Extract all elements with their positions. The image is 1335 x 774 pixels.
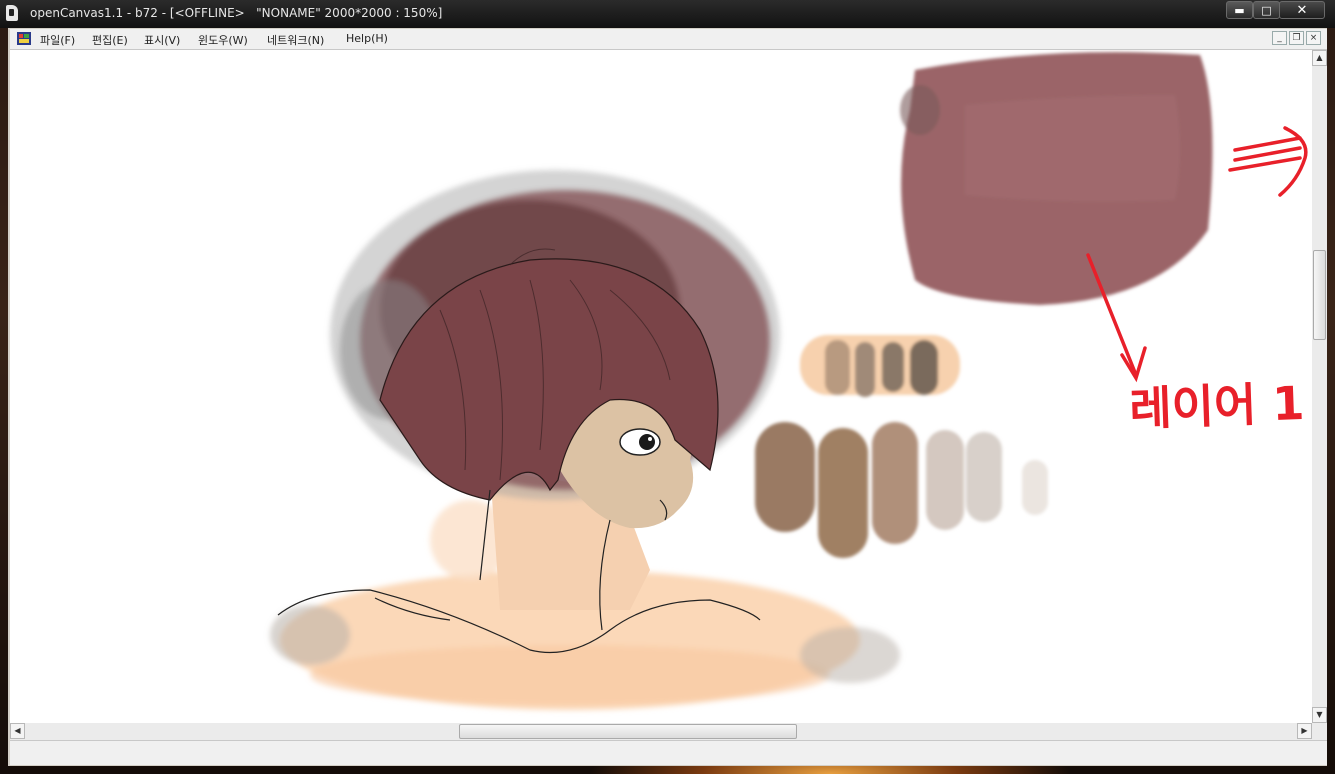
app-icon[interactable]	[6, 5, 18, 21]
artwork: 레이어 1	[270, 52, 1308, 710]
scroll-left-button[interactable]: ◀	[10, 723, 25, 739]
hair-color-swatch	[900, 52, 1213, 306]
scroll-up-button[interactable]: ▲	[1312, 50, 1327, 66]
scroll-down-button[interactable]: ▼	[1312, 707, 1327, 723]
mdi-minimize-button[interactable]: _	[1272, 31, 1287, 45]
close-button[interactable]: ✕	[1279, 1, 1325, 19]
window-title: openCanvas1.1 - b72 - [<OFFLINE> "NONAME…	[30, 6, 443, 20]
menu-bar: 파일(F) 편집(E) 표시(V) 윈도우(W) 네트워크(N) Help(H)…	[10, 29, 1327, 50]
mdi-close-button[interactable]: ×	[1306, 31, 1321, 45]
scrollbar-corner	[1312, 723, 1327, 740]
mdi-restore-button[interactable]: ❐	[1289, 31, 1304, 45]
maximize-button[interactable]: □	[1253, 1, 1280, 19]
annotation-text: 레이어 1	[1128, 376, 1305, 436]
vertical-scroll-thumb[interactable]	[1313, 250, 1326, 340]
horizontal-scrollbar[interactable]: ◀ ▶	[10, 723, 1312, 740]
scroll-right-button[interactable]: ▶	[1297, 723, 1312, 739]
eye	[619, 428, 661, 456]
drawing-canvas[interactable]: 레이어 1	[10, 50, 1312, 723]
vertical-scrollbar[interactable]: ▲ ▼	[1312, 50, 1327, 723]
minimize-button[interactable]: ▬	[1226, 1, 1253, 19]
brown-swatches	[755, 335, 1048, 558]
menu-network[interactable]: 네트워크(N)	[267, 32, 324, 48]
menu-window[interactable]: 윈도우(W)	[198, 32, 248, 48]
menu-help[interactable]: Help(H)	[346, 32, 388, 45]
status-bar	[10, 740, 1327, 765]
menu-edit[interactable]: 편집(E)	[92, 32, 128, 48]
title-bar[interactable]: openCanvas1.1 - b72 - [<OFFLINE> "NONAME…	[0, 0, 1335, 28]
document-icon[interactable]	[16, 31, 32, 46]
app-window: openCanvas1.1 - b72 - [<OFFLINE> "NONAME…	[0, 0, 1335, 774]
menu-file[interactable]: 파일(F)	[40, 32, 75, 48]
menu-view[interactable]: 표시(V)	[144, 32, 180, 48]
horizontal-scroll-thumb[interactable]	[459, 724, 797, 739]
